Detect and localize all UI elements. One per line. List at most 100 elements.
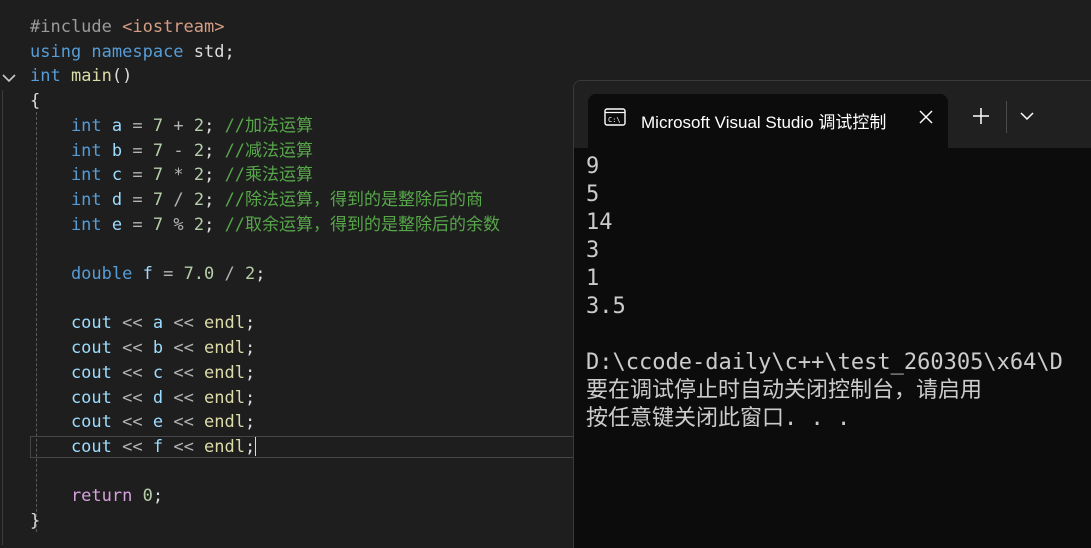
code-token: //除法运算，得到的是整除后的商 xyxy=(224,189,484,210)
code-token: int xyxy=(30,189,112,210)
code-line[interactable]: int d = 7 / 2; //除法运算，得到的是整除后的商 xyxy=(30,188,483,213)
code-token: cout xyxy=(30,412,112,433)
code-token: = xyxy=(122,189,153,210)
code-token: //取余运算，得到的是整除后的余数 xyxy=(224,214,501,235)
code-token: ; xyxy=(204,165,225,186)
code-line[interactable]: #include <iostream> xyxy=(30,15,224,40)
code-token: f xyxy=(152,436,164,457)
code-line[interactable]: cout << d << endl; xyxy=(30,386,255,411)
code-line[interactable]: { xyxy=(30,89,40,114)
titlebar-divider xyxy=(1006,101,1007,133)
code-token: 2 xyxy=(193,165,205,186)
code-line[interactable]: cout << c << endl; xyxy=(30,361,255,386)
code-line[interactable]: cout << b << endl; xyxy=(30,336,255,361)
code-token: ; xyxy=(204,214,225,235)
code-token: ; xyxy=(245,338,256,359)
code-token: e xyxy=(111,214,123,235)
code-line[interactable]: int b = 7 - 2; //减法运算 xyxy=(30,139,313,164)
code-token: 0 xyxy=(142,486,153,507)
code-token: ; xyxy=(204,115,225,136)
code-token: 7 xyxy=(152,115,164,136)
code-line[interactable]: double f = 7.0 / 2; xyxy=(30,262,266,287)
code-line[interactable]: } xyxy=(30,509,40,534)
code-token: = xyxy=(152,264,184,284)
code-token: 7 xyxy=(152,140,164,161)
code-token: ; xyxy=(245,412,256,433)
chevron-down-icon[interactable] xyxy=(0,69,18,87)
code-token: ; xyxy=(255,264,266,284)
debug-console-window[interactable]: C:\ Microsoft Visual Studio 调试控制台 9 5 14 3 1… xyxy=(573,80,1091,548)
code-token: int xyxy=(30,66,71,87)
code-token: int xyxy=(30,140,112,161)
code-token: endl xyxy=(204,387,245,408)
code-token: a xyxy=(111,115,123,136)
code-token: = xyxy=(122,115,153,136)
code-token: cout xyxy=(30,387,112,408)
console-line: D:\ccode-daily\c++\test_260305\x64\D xyxy=(586,350,1063,375)
code-line[interactable]: int c = 7 * 2; //乘法运算 xyxy=(30,163,313,188)
code-token: 7 xyxy=(152,189,164,210)
code-token: return xyxy=(30,486,143,507)
code-token: 2 xyxy=(193,115,205,136)
code-token: //加法运算 xyxy=(224,115,314,136)
code-token: << xyxy=(163,412,205,433)
code-token: c xyxy=(152,362,164,383)
plus-icon[interactable] xyxy=(972,107,990,125)
code-token: endl xyxy=(204,338,245,359)
code-token: << xyxy=(111,436,153,457)
code-token: % xyxy=(163,214,194,235)
code-token: - xyxy=(163,140,194,161)
code-token: / xyxy=(214,264,245,284)
chevron-down-icon[interactable] xyxy=(1020,110,1034,122)
code-token: << xyxy=(111,313,153,334)
code-token: () xyxy=(111,66,133,87)
code-line[interactable]: return 0; xyxy=(30,484,163,509)
code-line[interactable]: int main() xyxy=(30,64,132,89)
code-token: << xyxy=(163,387,205,408)
code-token: endl xyxy=(204,362,245,383)
code-token: = xyxy=(122,140,153,161)
terminal-icon: C:\ xyxy=(604,108,626,126)
code-token: endl xyxy=(204,412,245,433)
code-line[interactable]: int a = 7 + 2; //加法运算 xyxy=(30,114,313,139)
code-token: << xyxy=(111,412,153,433)
code-token: ; xyxy=(245,362,256,383)
console-titlebar[interactable]: C:\ Microsoft Visual Studio 调试控制台 xyxy=(574,81,1091,148)
code-token: a xyxy=(152,313,164,334)
code-line[interactable]: cout << a << endl; xyxy=(30,311,255,336)
code-token: #include xyxy=(30,17,123,37)
code-token: d xyxy=(111,189,123,210)
code-token: << xyxy=(163,313,205,334)
code-line[interactable]: cout << e << endl; xyxy=(30,410,255,435)
code-token: << xyxy=(163,436,205,457)
code-token: cout xyxy=(30,436,112,457)
code-token: 2 xyxy=(245,264,256,284)
console-line: 3.5 xyxy=(586,294,626,319)
close-icon[interactable] xyxy=(918,109,934,125)
code-token: b xyxy=(111,140,123,161)
code-token: cout xyxy=(30,362,112,383)
code-token: = xyxy=(122,165,153,186)
code-token: main xyxy=(70,66,112,87)
code-line[interactable]: cout << f << endl; xyxy=(30,435,257,460)
code-token: c xyxy=(111,165,123,186)
code-line[interactable]: using namespace std; xyxy=(30,40,235,65)
console-line: 5 xyxy=(586,182,600,207)
console-tab[interactable]: C:\ Microsoft Visual Studio 调试控制台 xyxy=(588,94,948,148)
code-token: << xyxy=(163,338,205,359)
console-tab-title: Microsoft Visual Studio 调试控制台 xyxy=(641,113,886,132)
code-token: 2 xyxy=(193,214,205,235)
code-token: 7 xyxy=(152,165,164,186)
code-token: //减法运算 xyxy=(224,140,314,161)
console-output[interactable]: 9 5 14 3 1 3.5 D:\ccode-daily\c++\test_260305\… xyxy=(586,153,1091,433)
code-token: << xyxy=(111,362,153,383)
svg-text:C:\: C:\ xyxy=(608,116,621,124)
code-token: f xyxy=(142,264,153,284)
text-caret xyxy=(255,436,257,456)
code-token: //乘法运算 xyxy=(224,165,314,186)
console-line: 9 xyxy=(586,154,600,179)
code-token: ; xyxy=(152,486,164,507)
outline-margin xyxy=(2,90,3,545)
code-line[interactable]: int e = 7 % 2; //取余运算，得到的是整除后的余数 xyxy=(30,213,500,238)
